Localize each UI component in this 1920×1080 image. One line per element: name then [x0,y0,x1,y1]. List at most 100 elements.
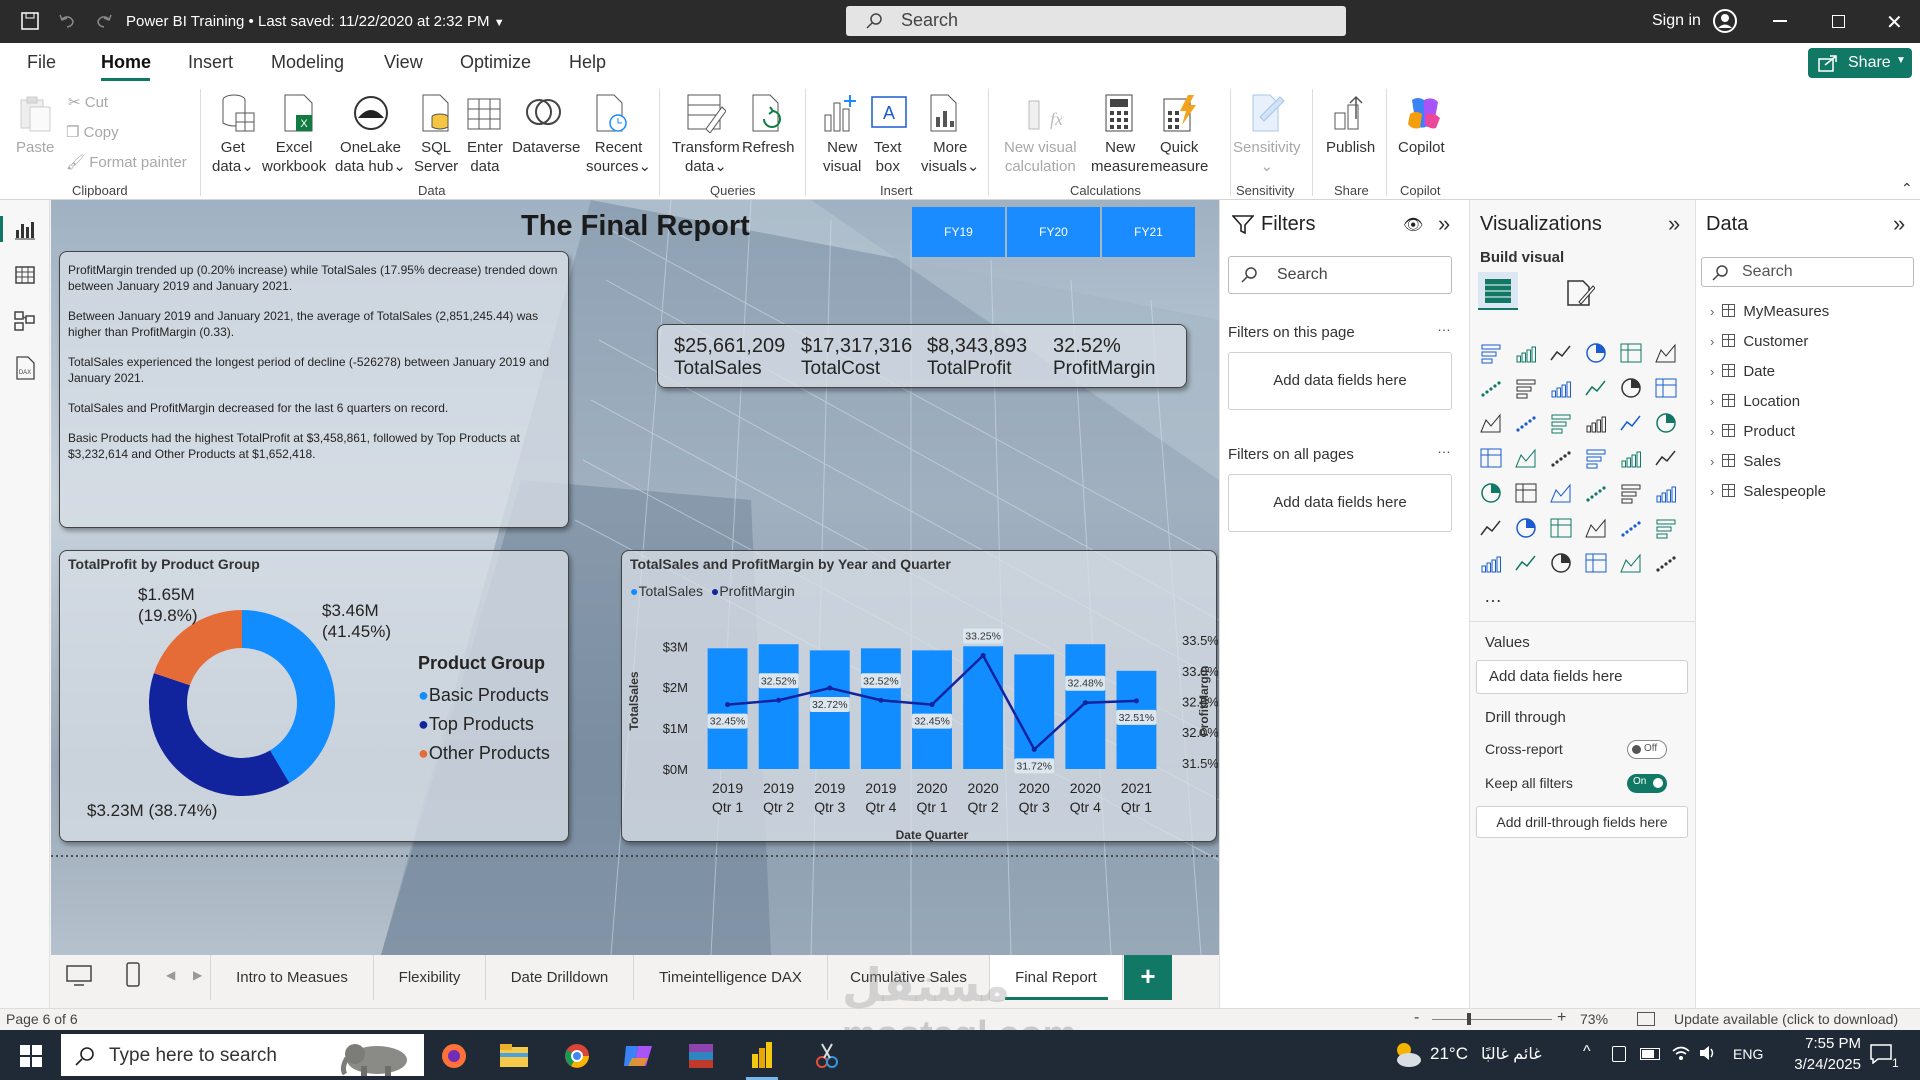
format-painter-button[interactable]: 🖌 Format painter [66,153,187,172]
combo-chart-card[interactable]: TotalSales and ProfitMargin by Year and … [621,550,1218,842]
legend-item[interactable]: ●Top Products [418,710,550,739]
data-table-item[interactable]: › Location [1710,393,1800,410]
filters-search-input[interactable]: Search [1228,256,1452,294]
expand-chevron-icon[interactable]: › [1710,394,1714,409]
clock-time[interactable]: 7:55 PM [1789,1035,1861,1052]
build-visual-tab[interactable] [1478,272,1518,310]
menu-optimize[interactable]: Optimize [460,52,531,73]
expand-chevron-icon[interactable]: › [1710,304,1714,319]
donut-chart-card[interactable]: TotalProfit by Product Group $1.65M (19.8… [59,550,569,842]
desktop-layout-icon[interactable] [66,964,92,988]
collapse-data-icon[interactable]: » [1893,211,1905,237]
menu-home[interactable]: Home [101,52,151,73]
power-bi-taskbar-icon[interactable] [750,1040,774,1070]
expand-chevron-icon[interactable]: › [1710,364,1714,379]
tray-device-icon[interactable] [1612,1046,1626,1062]
tray-chevron-icon[interactable]: ^ [1583,1043,1591,1061]
volume-icon[interactable] [1698,1044,1718,1062]
mobile-layout-icon[interactable] [125,962,141,988]
legend-item[interactable]: ●Other Products [418,739,550,768]
report-canvas[interactable]: The Final Report FY19 FY20 FY21 ProfitMa… [51,200,1219,955]
minimize-icon[interactable] [1773,20,1787,22]
zoom-in-button[interactable]: + [1557,1009,1566,1027]
legend-item[interactable]: ●Basic Products [418,681,550,710]
refresh-button[interactable]: Refresh [742,138,795,157]
expand-chevron-icon[interactable]: › [1710,484,1714,499]
visual-type-gallery[interactable] [1480,342,1680,582]
redo-icon[interactable] [94,11,114,31]
new-visual-button[interactable]: New visual [823,138,861,176]
cross-report-toggle[interactable]: Off [1627,740,1667,759]
battery-icon[interactable] [1640,1048,1660,1060]
expand-chevron-icon[interactable]: › [1710,454,1714,469]
excel-workbook-button[interactable]: Excel workbook [262,138,326,176]
file-explorer-icon[interactable] [499,1043,529,1069]
publish-button[interactable]: Publish [1326,138,1375,157]
add-page-button[interactable]: + [1124,955,1172,1000]
transform-data-button[interactable]: Transform data⌄ [672,138,740,176]
collapse-viz-icon[interactable]: » [1668,211,1680,237]
save-icon[interactable] [20,11,40,31]
menu-modeling[interactable]: Modeling [271,52,344,73]
more-options-icon[interactable]: … [1437,318,1451,334]
report-view-icon[interactable] [14,218,36,240]
keep-filters-toggle[interactable]: On [1627,774,1667,793]
title-search-input[interactable]: Search [846,6,1346,36]
zoom-slider[interactable] [1432,1019,1552,1020]
cut-button[interactable]: ✂ Cut [68,93,108,112]
menu-file[interactable]: File [27,52,56,73]
weather-icon[interactable] [1392,1040,1422,1068]
enter-data-button[interactable]: Enter data [467,138,503,176]
zoom-out-button[interactable]: - [1414,1009,1419,1027]
data-table-item[interactable]: › Date [1710,363,1775,380]
data-table-item[interactable]: › Sales [1710,453,1781,470]
tab-date-drilldown[interactable]: Date Drilldown [486,955,634,1000]
model-view-icon[interactable] [14,310,36,332]
clock-date[interactable]: 3/24/2025 [1777,1056,1861,1073]
share-button[interactable]: Share ▼ [1808,48,1912,78]
winrar-icon[interactable] [687,1042,715,1070]
undo-icon[interactable] [57,11,77,31]
kpi-multirow-card[interactable]: $25,661,209 TotalSales $17,317,316 Total… [657,324,1187,388]
onelake-button[interactable]: OneLake data hub⌄ [335,138,406,176]
firefox-icon[interactable] [440,1042,468,1070]
filters-all-drop-zone[interactable]: Add data fields here [1228,474,1452,532]
drill-through-drop-zone[interactable]: Add drill-through fields here [1476,806,1688,838]
next-page-icon[interactable]: ▶ [193,968,202,982]
dataverse-button[interactable]: Dataverse [512,138,580,157]
collapse-filters-icon[interactable]: » [1438,211,1450,237]
zoom-slider-thumb[interactable] [1467,1013,1471,1025]
dax-query-view-icon[interactable]: DAX [14,356,36,380]
chrome-icon[interactable] [563,1042,591,1070]
filters-page-drop-zone[interactable]: Add data fields here [1228,352,1452,410]
get-data-button[interactable]: Get data⌄ [212,138,254,176]
menu-view[interactable]: View [384,52,423,73]
quick-measure-button[interactable]: Quick measure [1150,138,1208,176]
slicer-fy20[interactable]: FY20 [1007,207,1100,257]
close-icon[interactable]: ✕ [1886,10,1903,35]
text-box-button[interactable]: Text box [874,138,902,176]
values-drop-zone[interactable]: Add data fields here [1476,660,1688,694]
copy-button[interactable]: ❐ Copy [66,123,119,142]
recent-sources-button[interactable]: Recent sources⌄ [586,138,651,176]
windows-start-icon[interactable] [20,1045,42,1067]
expand-chevron-icon[interactable]: › [1710,334,1714,349]
paste-button[interactable]: Paste [16,138,54,157]
new-visual-calculation-button[interactable]: New visual calculation [1004,138,1077,176]
sign-in-link[interactable]: Sign in [1652,12,1701,30]
copilot-button[interactable]: Copilot [1398,138,1445,157]
tab-timeintelligence-dax[interactable]: Timeintelligence DAX [634,955,828,1000]
prev-page-icon[interactable]: ◀ [166,968,175,982]
wifi-icon[interactable] [1671,1044,1691,1062]
fit-page-icon[interactable] [1637,1012,1655,1026]
snipping-tool-icon[interactable] [812,1042,840,1070]
notification-icon[interactable] [1870,1044,1892,1064]
more-visuals-ellipsis[interactable]: … [1484,586,1502,607]
data-table-item[interactable]: › Customer [1710,333,1808,350]
m365-icon[interactable] [622,1042,654,1070]
collapse-ribbon-icon[interactable]: ⌃ [1901,180,1913,197]
more-visuals-button[interactable]: More visuals⌄ [921,138,979,176]
eye-icon[interactable]: 👁 [1403,215,1423,235]
slicer-fy19[interactable]: FY19 [912,207,1005,257]
data-search-input[interactable]: Search [1701,257,1914,287]
